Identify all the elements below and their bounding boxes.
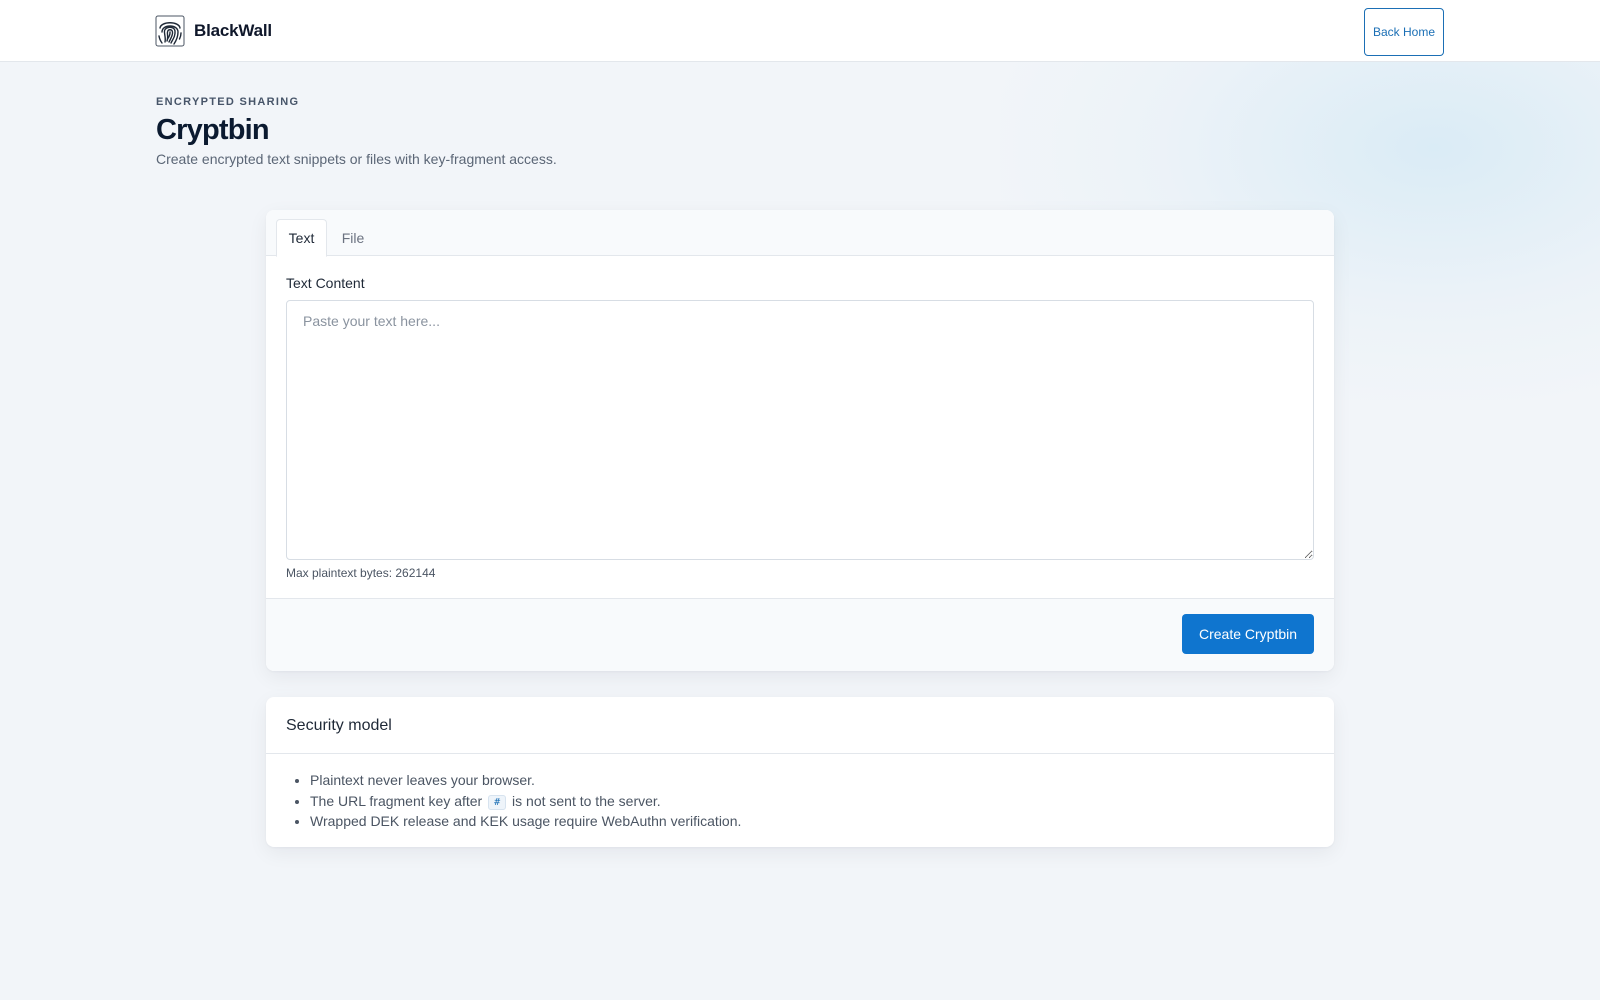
security-card-header: Security model (266, 697, 1334, 754)
card-footer: Create Cryptbin (266, 598, 1334, 671)
page-subtitle: Create encrypted text snippets or files … (156, 151, 557, 167)
page-eyebrow: ENCRYPTED SHARING (156, 96, 300, 108)
text-content-label: Text Content (286, 275, 365, 291)
max-bytes-hint: Max plaintext bytes: 262144 (286, 566, 436, 580)
security-item-text: is not sent to the server. (512, 792, 661, 809)
content-type-tabs: Text File (266, 210, 1334, 257)
tab-text[interactable]: Text (276, 219, 327, 257)
security-model-card: Security model Plaintext never leaves yo… (266, 697, 1334, 847)
top-navbar: BlackWall Back Home (0, 0, 1600, 62)
security-title: Security model (286, 717, 392, 734)
page-title: Cryptbin (156, 114, 270, 146)
security-list: Plaintext never leaves your browser. The… (310, 770, 741, 832)
back-home-button[interactable]: Back Home (1364, 8, 1444, 56)
security-item: The URL fragment key after # is not sent… (310, 791, 741, 812)
page-hero: ENCRYPTED SHARING Cryptbin Create encryp… (156, 96, 557, 167)
security-item-text: The URL fragment key after (310, 792, 483, 809)
security-item: Plaintext never leaves your browser. (310, 770, 741, 791)
tab-file[interactable]: File (330, 219, 376, 257)
fingerprint-icon (155, 15, 185, 47)
brand[interactable]: BlackWall (155, 15, 272, 47)
fragment-hash-code: # (488, 794, 507, 810)
brand-name: BlackWall (194, 21, 272, 40)
create-cryptbin-button[interactable]: Create Cryptbin (1182, 614, 1314, 654)
text-content-input[interactable] (286, 300, 1314, 560)
security-item: Wrapped DEK release and KEK usage requir… (310, 811, 741, 832)
create-cryptbin-card: Text File Text Content Max plaintext byt… (266, 210, 1334, 671)
